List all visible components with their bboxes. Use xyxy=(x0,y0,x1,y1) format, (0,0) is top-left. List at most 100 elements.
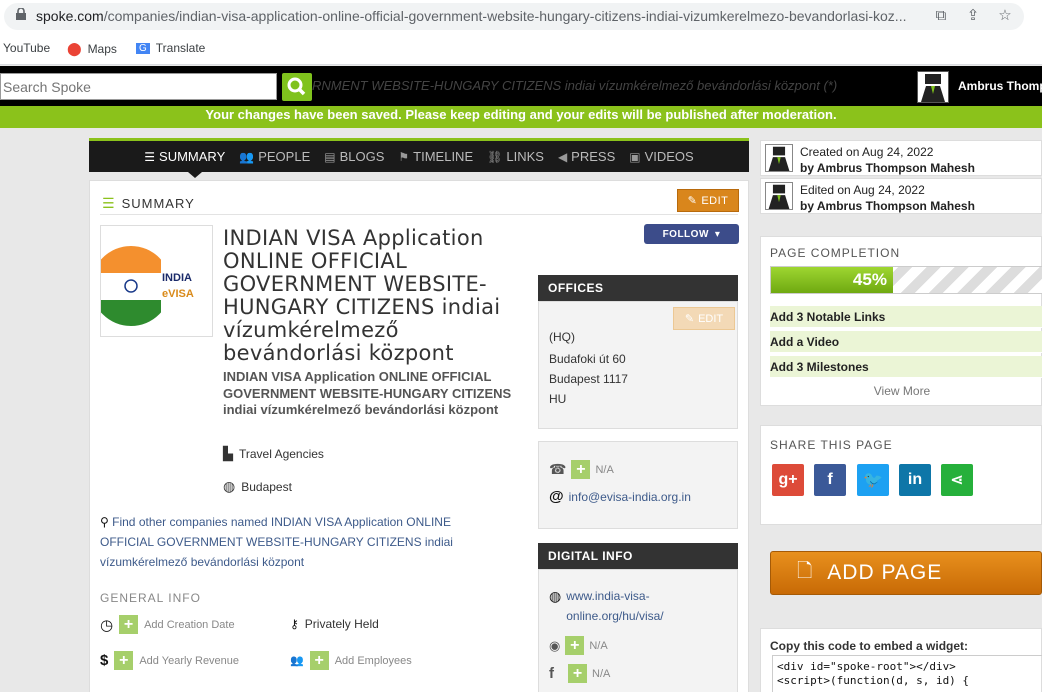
offices-heading: OFFICES xyxy=(538,275,738,301)
plus-icon: + xyxy=(114,651,134,670)
email-row[interactable]: @ info@evisa-india.org.in xyxy=(549,488,691,505)
facebook-icon: f xyxy=(827,471,833,488)
url-text[interactable]: spoke.com/companies/indian-visa-applicat… xyxy=(36,8,916,24)
location[interactable]: ◍ Budapest xyxy=(223,478,292,495)
plus-icon: + xyxy=(309,651,329,670)
tab-people[interactable]: 👥 PEOPLE xyxy=(239,149,310,164)
company-tabs: ☰ SUMMARY 👥 PEOPLE ▤ BLOGS ⚑ TIMELINE ⛓ LINKS… xyxy=(89,138,749,172)
megaphone-icon: ◀ xyxy=(557,149,568,164)
digital-panel: ◍ www.india-visa-online.org/hu/visa/ ◉ + N/… xyxy=(538,569,738,692)
user-name[interactable]: Ambrus Thomp xyxy=(958,79,1042,93)
todo-add-milestones[interactable]: Add 3 Milestones xyxy=(770,356,1042,378)
created-by[interactable]: by Ambrus Thompson Mahesh xyxy=(800,161,975,175)
google-plus-share-button[interactable]: g+ xyxy=(772,464,804,496)
page-completion-heading: PAGE COMPLETION xyxy=(770,246,901,260)
tab-press[interactable]: ◀ PRESS xyxy=(558,149,615,164)
edited-info: Edited on Aug 24, 2022 by Ambrus Thompson… xyxy=(760,178,1042,214)
office-city: Budapest 1117 xyxy=(549,372,628,386)
tab-blogs[interactable]: ▤ BLOGS xyxy=(324,149,384,164)
digital-info-heading: DIGITAL INFO xyxy=(538,543,738,569)
user-silhouette-icon xyxy=(921,74,945,102)
share-page-icon[interactable]: ⇪ xyxy=(964,7,982,25)
india-flag-logo xyxy=(101,246,161,326)
share-icon: ⋖ xyxy=(950,472,964,489)
phone-row[interactable]: ☎ + N/A xyxy=(549,460,614,479)
plus-icon: + xyxy=(571,460,591,479)
header-ticker: RNMENT WEBSITE-HUNGARY CITIZENS indiai v… xyxy=(312,78,838,93)
facebook-icon: f xyxy=(549,665,554,682)
share-panel: SHARE THIS PAGE g+ f 🐦 in ⋖ xyxy=(760,425,1042,525)
search-icon: ⚲ xyxy=(100,515,109,529)
avatar[interactable] xyxy=(765,144,793,172)
search-input[interactable] xyxy=(0,73,277,100)
industry[interactable]: ▙ Travel Agencies xyxy=(223,446,324,462)
rss-row[interactable]: ◉ + N/A xyxy=(549,636,608,655)
phone-icon: ☎ xyxy=(549,461,567,477)
embed-code-textarea[interactable]: <div id="spoke-root"></div> <script>(fun… xyxy=(772,655,1042,692)
clock-icon: ◷ xyxy=(100,616,114,634)
todo-add-links[interactable]: Add 3 Notable Links xyxy=(770,306,1042,328)
search-button[interactable] xyxy=(282,73,312,101)
twitter-share-button[interactable]: 🐦 xyxy=(857,464,889,496)
embed-widget-panel: Copy this code to embed a widget: <div i… xyxy=(760,628,1042,692)
bookmark-youtube[interactable]: YouTube xyxy=(3,41,50,55)
twitter-icon: 🐦 xyxy=(863,472,883,489)
tab-timeline[interactable]: ⚑ TIMELINE xyxy=(398,149,473,164)
linkedin-share-button[interactable]: in xyxy=(899,464,931,496)
view-more-link[interactable]: View More xyxy=(761,384,1042,398)
people-icon: 👥 xyxy=(239,149,255,164)
page-completion-panel: PAGE COMPLETION 45% Add 3 Notable Links … xyxy=(760,236,1042,406)
rss-icon: ▤ xyxy=(324,149,336,164)
facebook-share-button[interactable]: f xyxy=(814,464,846,496)
people-icon: 👥 xyxy=(290,655,304,667)
avatar[interactable] xyxy=(765,182,793,210)
tab-summary[interactable]: ☰ SUMMARY xyxy=(144,149,225,164)
completion-progress-bar: 45% xyxy=(770,266,1042,294)
avatar[interactable] xyxy=(917,71,949,103)
at-icon: @ xyxy=(549,488,564,505)
lock-icon xyxy=(16,8,26,20)
globe-icon: ◍ xyxy=(223,478,236,494)
website-row[interactable]: ◍ www.india-visa-online.org/hu/visa/ xyxy=(549,588,676,626)
office-street: Budafoki út 60 xyxy=(549,352,626,366)
follow-button[interactable]: FOLLOW ▾ xyxy=(644,224,739,244)
facebook-row[interactable]: f + N/A xyxy=(549,664,610,683)
flag-icon: ⚑ xyxy=(398,149,410,164)
bookmark-translate[interactable]: G Translate xyxy=(136,41,205,55)
globe-icon: ◍ xyxy=(549,588,562,604)
contact-panel: ☎ + N/A @ info@evisa-india.org.in xyxy=(538,441,738,529)
created-date: Created on Aug 24, 2022 xyxy=(800,145,934,159)
add-page-button[interactable]: 🗋 ADD PAGE xyxy=(770,551,1042,595)
general-info-heading: GENERAL INFO xyxy=(100,591,201,605)
tab-links[interactable]: ⛓ LINKS xyxy=(487,149,544,164)
share-heading: SHARE THIS PAGE xyxy=(770,438,893,452)
plus-icon: + xyxy=(568,664,587,683)
company-subtitle: INDIAN VISA Application ONLINE OFFICIAL … xyxy=(223,369,512,417)
bookmark-star-icon[interactable]: ☆ xyxy=(996,7,1014,25)
translate-page-icon[interactable]: ⧉ xyxy=(932,7,950,25)
add-creation-date[interactable]: ◷ + Add Creation Date xyxy=(100,615,235,634)
bookmark-maps[interactable]: ⬤ Maps xyxy=(67,41,117,57)
rss-icon: ◉ xyxy=(549,637,561,653)
generic-share-button[interactable]: ⋖ xyxy=(941,464,973,496)
link-icon: ⛓ xyxy=(487,149,503,164)
office-country: HU xyxy=(549,392,567,406)
caret-down-icon: ▾ xyxy=(714,228,721,240)
tab-videos[interactable]: ▣ VIDEOS xyxy=(629,149,693,164)
pencil-icon: ✎ xyxy=(687,195,698,207)
todo-add-video[interactable]: Add a Video xyxy=(770,331,1042,353)
edit-offices-button[interactable]: ✎ EDIT xyxy=(673,307,735,330)
created-info: Created on Aug 24, 2022 by Ambrus Thompso… xyxy=(760,140,1042,176)
add-yearly-revenue[interactable]: $ + Add Yearly Revenue xyxy=(100,651,239,670)
edited-by[interactable]: by Ambrus Thompson Mahesh xyxy=(800,199,975,213)
add-employees[interactable]: 👥 + Add Employees xyxy=(290,651,412,670)
pencil-icon: ✎ xyxy=(684,313,695,325)
company-logo: INDIA eVISA xyxy=(100,225,213,337)
video-icon: ▣ xyxy=(629,149,641,164)
divider xyxy=(100,214,738,215)
offices-panel: ✎ EDIT (HQ) Budafoki út 60 Budapest 1117 … xyxy=(538,301,738,429)
bookmarks-bar: YouTube ⬤ Maps G Translate xyxy=(0,33,1042,65)
find-other-link[interactable]: ⚲ Find other companies named INDIAN VISA… xyxy=(100,512,480,572)
edit-summary-button[interactable]: ✎ EDIT xyxy=(677,189,739,212)
search-icon xyxy=(287,77,306,96)
